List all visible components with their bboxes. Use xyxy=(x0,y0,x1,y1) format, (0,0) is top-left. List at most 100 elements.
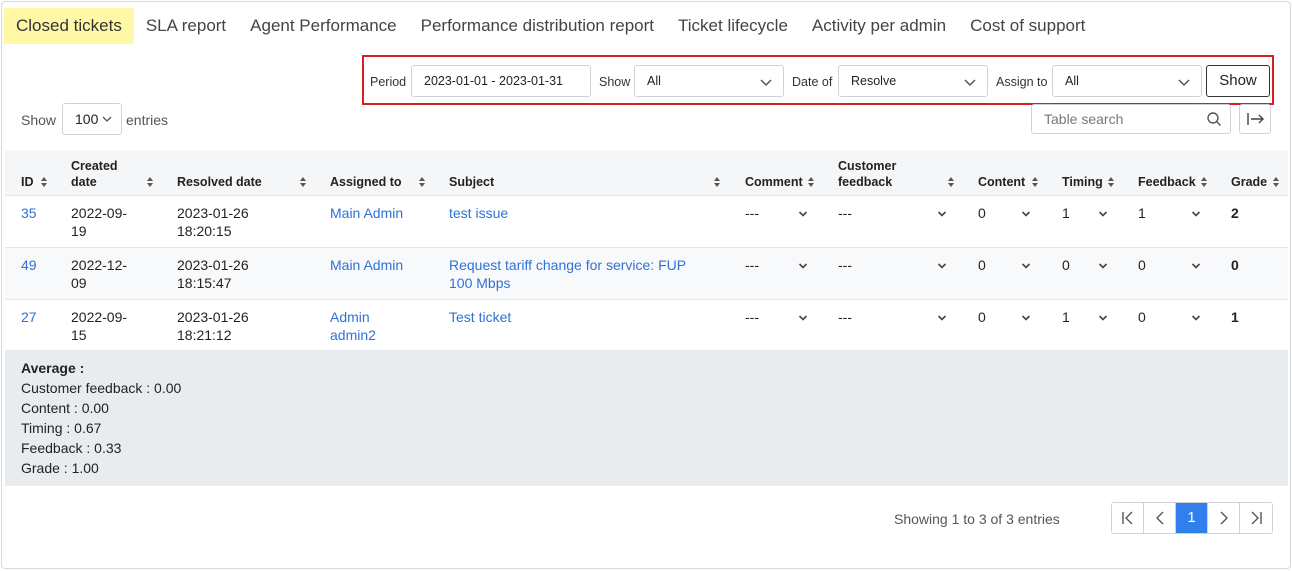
sort-icon[interactable] xyxy=(947,176,955,188)
col-assigned[interactable]: Assigned to xyxy=(330,174,402,190)
tab-performance-distribution[interactable]: Performance distribution report xyxy=(409,8,666,44)
col-customer-feedback-1[interactable]: Customer xyxy=(838,158,896,174)
col-grade[interactable]: Grade xyxy=(1231,174,1267,190)
col-comment[interactable]: Comment xyxy=(745,174,803,190)
last-page-icon xyxy=(1251,511,1262,525)
customer-feedback-value: --- xyxy=(838,205,852,221)
sort-icon[interactable] xyxy=(40,176,48,188)
chevron-down-icon[interactable] xyxy=(937,210,947,218)
show-filter-select[interactable]: All xyxy=(634,65,784,97)
content-value: 0 xyxy=(978,309,986,325)
feedback-value: 0 xyxy=(1138,257,1146,273)
chevron-down-icon xyxy=(760,79,772,87)
assign-to-select[interactable]: All xyxy=(1052,65,1202,97)
assigned-admin-link[interactable]: Main Admin xyxy=(330,204,403,222)
chevron-down-icon[interactable] xyxy=(1098,210,1108,218)
sort-icon[interactable] xyxy=(807,176,815,188)
sort-icon[interactable] xyxy=(713,176,721,188)
date-of-label: Date of xyxy=(792,75,833,89)
sort-icon[interactable] xyxy=(146,176,154,188)
sort-icon[interactable] xyxy=(299,176,307,188)
chevron-down-icon[interactable] xyxy=(1098,314,1108,322)
entries-suffix: entries xyxy=(126,112,169,128)
col-id[interactable]: ID xyxy=(21,174,34,190)
ticket-id-link[interactable]: 49 xyxy=(21,256,37,274)
chevron-down-icon[interactable] xyxy=(1021,314,1031,322)
resolved-date: 2023-01-26 18:15:47 xyxy=(177,257,249,291)
chevron-down-icon[interactable] xyxy=(1191,210,1201,218)
col-resolved[interactable]: Resolved date xyxy=(177,174,262,190)
subject-link[interactable]: test issue xyxy=(449,204,508,222)
chevron-down-icon[interactable] xyxy=(1098,262,1108,270)
sort-icon[interactable] xyxy=(1272,176,1280,188)
ticket-id-link[interactable]: 35 xyxy=(21,204,37,222)
grade-value: 2 xyxy=(1231,205,1239,221)
chevron-down-icon[interactable] xyxy=(1191,262,1201,270)
timing-value: 1 xyxy=(1062,205,1070,221)
filter-bar: Period 2023-01-01 - 2023-01-31 Show All … xyxy=(362,55,1274,105)
sort-icon[interactable] xyxy=(1107,176,1115,188)
entries-prefix: Show xyxy=(21,112,57,128)
table-search-placeholder: Table search xyxy=(1044,111,1124,127)
ticket-id-link[interactable]: 27 xyxy=(21,308,37,326)
chevron-down-icon[interactable] xyxy=(1021,210,1031,218)
chevron-left-icon xyxy=(1156,511,1164,525)
grade-value: 0 xyxy=(1231,257,1239,273)
next-page-button[interactable] xyxy=(1208,503,1240,533)
tab-activity-per-admin[interactable]: Activity per admin xyxy=(800,8,958,44)
chevron-down-icon[interactable] xyxy=(1191,314,1201,322)
tab-ticket-lifecycle[interactable]: Ticket lifecycle xyxy=(666,8,800,44)
date-of-select[interactable]: Resolve xyxy=(838,65,988,97)
col-customer-feedback-2[interactable]: feedback xyxy=(838,174,892,190)
period-input[interactable]: 2023-01-01 - 2023-01-31 xyxy=(411,65,591,97)
show-button[interactable]: Show xyxy=(1206,65,1270,97)
assign-to-value: All xyxy=(1065,74,1079,88)
tab-agent-performance[interactable]: Agent Performance xyxy=(238,8,408,44)
chevron-down-icon[interactable] xyxy=(798,210,808,218)
created-date: 2022-09- 15 xyxy=(71,309,128,343)
average-grade: Grade : 1.00 xyxy=(21,460,99,476)
resolved-date: 2023-01-26 18:21:12 xyxy=(177,309,249,343)
subject-link[interactable]: Test ticket xyxy=(449,308,511,326)
sort-icon[interactable] xyxy=(418,176,426,188)
entries-select[interactable]: 100 xyxy=(62,103,122,135)
col-created-1[interactable]: Created xyxy=(71,158,118,174)
tab-sla-report[interactable]: SLA report xyxy=(134,8,238,44)
col-feedback[interactable]: Feedback xyxy=(1138,174,1196,190)
tab-cost-of-support[interactable]: Cost of support xyxy=(958,8,1097,44)
date-of-value: Resolve xyxy=(851,74,897,88)
sort-icon[interactable] xyxy=(1200,176,1208,188)
tab-closed-tickets[interactable]: Closed tickets xyxy=(4,8,134,44)
average-feedback: Feedback : 0.33 xyxy=(21,440,122,456)
col-timing[interactable]: Timing xyxy=(1062,174,1103,190)
col-subject[interactable]: Subject xyxy=(449,174,494,190)
export-button[interactable] xyxy=(1239,104,1271,134)
first-page-button[interactable] xyxy=(1112,503,1144,533)
first-page-icon xyxy=(1122,511,1133,525)
chevron-down-icon[interactable] xyxy=(937,262,947,270)
sort-icon[interactable] xyxy=(1031,176,1039,188)
average-content: Content : 0.00 xyxy=(21,400,109,416)
subject-link[interactable]: Request tariff change for service: FUP 10… xyxy=(449,256,686,292)
chevron-down-icon[interactable] xyxy=(798,314,808,322)
prev-page-button[interactable] xyxy=(1144,503,1176,533)
chevron-down-icon[interactable] xyxy=(798,262,808,270)
customer-feedback-value: --- xyxy=(838,309,852,325)
average-summary: Average : Customer feedback : 0.00 Conte… xyxy=(5,350,1288,486)
entries-value: 100 xyxy=(75,111,99,127)
assigned-admin-link[interactable]: Main Admin xyxy=(330,256,403,274)
chevron-down-icon[interactable] xyxy=(1021,262,1031,270)
col-content[interactable]: Content xyxy=(978,174,1025,190)
page-button-current[interactable]: 1 xyxy=(1176,503,1208,533)
chevron-down-icon xyxy=(1178,79,1190,87)
last-page-button[interactable] xyxy=(1240,503,1272,533)
period-label: Period xyxy=(370,75,407,89)
comment-value: --- xyxy=(745,205,759,221)
average-title: Average : xyxy=(21,360,85,376)
export-icon xyxy=(1247,113,1264,125)
assigned-admin-link[interactable]: Admin admin2 xyxy=(330,308,376,344)
table-search-input[interactable]: Table search xyxy=(1031,104,1231,134)
chevron-down-icon[interactable] xyxy=(937,314,947,322)
feedback-value: 0 xyxy=(1138,309,1146,325)
col-created-2[interactable]: date xyxy=(71,174,97,190)
